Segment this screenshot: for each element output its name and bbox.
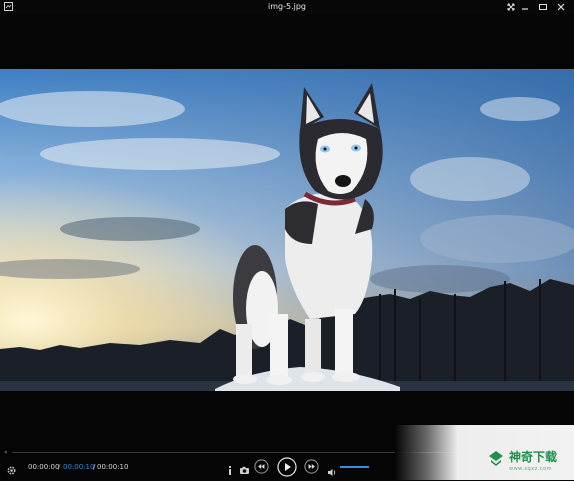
volume-button[interactable] — [327, 462, 337, 476]
time-total: 00:00:10 — [63, 463, 95, 471]
watermark-brand: 神奇下载 — [509, 450, 558, 464]
husky-photo — [0, 69, 574, 391]
next-button[interactable] — [304, 459, 319, 474]
previous-button[interactable] — [254, 459, 269, 474]
restore-button[interactable] — [536, 1, 550, 13]
play-icon — [277, 457, 297, 477]
fullscreen-icon — [507, 3, 515, 11]
title-bar: img-5.jpg — [0, 0, 574, 14]
watermark-url: www.sqxz.com — [509, 466, 553, 472]
camera-icon — [240, 466, 249, 474]
time-separator-2: / — [93, 463, 96, 471]
restore-icon — [539, 4, 547, 10]
play-button[interactable] — [277, 457, 297, 477]
next-icon — [304, 459, 319, 474]
settings-button[interactable] — [6, 461, 17, 475]
volume-level — [340, 466, 369, 468]
previous-icon — [254, 459, 269, 474]
watermark-logo-icon — [489, 451, 503, 466]
minimize-button[interactable] — [518, 1, 532, 13]
close-icon — [557, 3, 565, 11]
window-title: img-5.jpg — [268, 2, 306, 11]
volume-slider[interactable] — [340, 466, 369, 468]
watermark: 神奇下载 www.sqxz.com — [395, 425, 574, 480]
gear-icon — [7, 466, 16, 475]
image-viewer[interactable] — [0, 69, 574, 391]
minimize-icon — [522, 8, 528, 10]
info-button[interactable] — [226, 461, 234, 475]
time-separator: / — [58, 463, 61, 471]
speaker-icon — [328, 469, 336, 476]
fullscreen-button[interactable] — [504, 1, 518, 13]
close-button[interactable] — [554, 1, 568, 13]
progress-start-marker: « — [4, 449, 8, 456]
time-current: 00:00:00 — [28, 463, 60, 471]
info-icon — [229, 466, 231, 475]
screenshot-button[interactable] — [239, 461, 250, 474]
time-elapsed: 00:00:10 — [97, 463, 129, 471]
